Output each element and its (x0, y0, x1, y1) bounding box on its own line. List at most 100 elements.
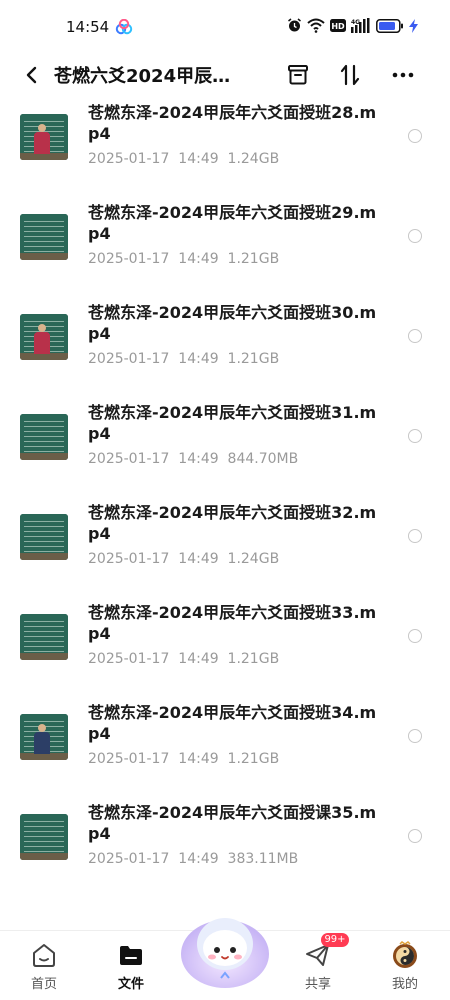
file-meta: 2025-01-17 14:49 1.24GB (88, 151, 279, 167)
file-row[interactable]: 苍燃东泽-2024甲辰年六爻面授班28.mp4 2025-01-17 14:49 … (0, 98, 450, 198)
video-thumbnail (20, 114, 68, 160)
file-time: 14:49 (178, 351, 219, 367)
file-time: 14:49 (178, 551, 219, 567)
file-row[interactable]: 苍燃东泽-2024甲辰年六爻面授课35.mp4 2025-01-17 14:49 … (0, 798, 450, 898)
home-icon (33, 944, 55, 967)
folder-icon (120, 946, 142, 965)
file-date: 2025-01-17 (88, 351, 170, 367)
file-meta: 2025-01-17 14:49 1.21GB (88, 751, 279, 767)
video-thumbnail (20, 614, 68, 660)
signal-4g-icon: 4G (351, 18, 370, 33)
file-size: 844.70MB (227, 451, 299, 467)
charging-icon (409, 18, 418, 33)
battery-icon (376, 18, 403, 33)
status-icons: HD 4G (287, 18, 418, 33)
chevron-left-icon (26, 66, 37, 84)
file-size: 1.21GB (227, 351, 280, 367)
more-icon (392, 72, 414, 78)
svg-text:HD: HD (331, 22, 345, 31)
tab-home[interactable]: 首页 (9, 931, 79, 1000)
file-row[interactable]: 苍燃东泽-2024甲辰年六爻面授班29.mp4 2025-01-17 14:49 … (0, 198, 450, 298)
video-thumbnail (20, 214, 68, 260)
file-date: 2025-01-17 (88, 451, 170, 467)
video-thumbnail (20, 414, 68, 460)
video-thumbnail (20, 314, 68, 360)
alarm-icon (288, 18, 301, 32)
tab-share[interactable]: 99+ 共享 (283, 931, 353, 1000)
select-radio[interactable] (408, 429, 422, 443)
file-date: 2025-01-17 (88, 751, 170, 767)
file-row[interactable]: 苍燃东泽-2024甲辰年六爻面授班31.mp4 2025-01-17 14:49 … (0, 398, 450, 498)
file-time: 14:49 (178, 251, 219, 267)
svg-text:4G: 4G (351, 19, 360, 26)
file-size: 1.24GB (227, 551, 280, 567)
header: 苍燃六爻2024甲辰… (0, 52, 450, 98)
screen: 14:54 HD 4G 苍燃六爻2024甲辰… 苍燃东泽-2024甲辰年六爻面授… (0, 0, 450, 1000)
select-radio[interactable] (408, 129, 422, 143)
file-name: 苍燃东泽-2024甲辰年六爻面授课35.mp4 (88, 803, 377, 843)
video-thumbnail (20, 514, 68, 560)
sort-button[interactable] (335, 60, 365, 90)
video-thumbnail (20, 714, 68, 760)
file-size: 383.11MB (227, 851, 299, 867)
file-size: 1.21GB (227, 751, 280, 767)
select-radio[interactable] (408, 729, 422, 743)
tab-files-label: 文件 (117, 977, 144, 992)
file-meta: 2025-01-17 14:49 1.24GB (88, 551, 279, 567)
file-name: 苍燃东泽-2024甲辰年六爻面授班34.mp4 (88, 703, 377, 743)
share-badge: 99+ (321, 933, 349, 947)
video-thumbnail (20, 814, 68, 860)
file-date: 2025-01-17 (88, 251, 170, 267)
file-date: 2025-01-17 (88, 551, 170, 567)
file-meta: 2025-01-17 14:49 383.11MB (88, 851, 298, 867)
page-title: 苍燃六爻2024甲辰… (54, 66, 231, 87)
file-name: 苍燃东泽-2024甲辰年六爻面授班28.mp4 (88, 103, 377, 143)
file-name: 苍燃东泽-2024甲辰年六爻面授班31.mp4 (88, 403, 377, 443)
tab-share-label: 共享 (304, 977, 331, 992)
file-meta: 2025-01-17 14:49 844.70MB (88, 451, 298, 467)
tab-files[interactable]: 文件 (96, 931, 166, 1000)
wifi-icon (307, 18, 325, 33)
tab-mine[interactable]: 我的 (370, 931, 440, 1000)
status-time: 14:54 (66, 18, 110, 36)
file-size: 1.21GB (227, 651, 280, 667)
archive-icon (288, 65, 308, 85)
file-time: 14:49 (178, 651, 219, 667)
file-time: 14:49 (178, 451, 219, 467)
select-radio[interactable] (408, 329, 422, 343)
file-size: 1.24GB (227, 151, 280, 167)
file-meta: 2025-01-17 14:49 1.21GB (88, 351, 279, 367)
file-name: 苍燃东泽-2024甲辰年六爻面授班30.mp4 (88, 303, 377, 343)
file-row[interactable]: 苍燃东泽-2024甲辰年六爻面授班32.mp4 2025-01-17 14:49 … (0, 498, 450, 598)
file-row[interactable]: 苍燃东泽-2024甲辰年六爻面授班33.mp4 2025-01-17 14:49 … (0, 598, 450, 698)
file-time: 14:49 (178, 751, 219, 767)
tab-home-label: 首页 (30, 977, 57, 992)
select-radio[interactable] (408, 829, 422, 843)
file-row[interactable]: 苍燃东泽-2024甲辰年六爻面授班34.mp4 2025-01-17 14:49 … (0, 698, 450, 798)
file-time: 14:49 (178, 851, 219, 867)
file-name: 苍燃东泽-2024甲辰年六爻面授班33.mp4 (88, 603, 377, 643)
file-meta: 2025-01-17 14:49 1.21GB (88, 651, 279, 667)
file-date: 2025-01-17 (88, 651, 170, 667)
select-radio[interactable] (408, 229, 422, 243)
file-name: 苍燃东泽-2024甲辰年六爻面授班32.mp4 (88, 503, 377, 543)
sort-icon (340, 64, 360, 86)
back-button[interactable] (18, 60, 46, 90)
more-button[interactable] (388, 60, 418, 90)
select-radio[interactable] (408, 629, 422, 643)
mascot-button[interactable] (180, 908, 270, 988)
file-time: 14:49 (178, 151, 219, 167)
file-name: 苍燃东泽-2024甲辰年六爻面授班29.mp4 (88, 203, 377, 243)
file-meta: 2025-01-17 14:49 1.21GB (88, 251, 279, 267)
baidu-netdisk-icon (115, 19, 133, 35)
file-date: 2025-01-17 (88, 851, 170, 867)
archive-button[interactable] (283, 60, 313, 90)
avatar-icon (393, 941, 417, 968)
file-row[interactable]: 苍燃东泽-2024甲辰年六爻面授班30.mp4 2025-01-17 14:49 … (0, 298, 450, 398)
mascot-icon (181, 918, 269, 988)
tab-mine-label: 我的 (391, 977, 418, 992)
file-date: 2025-01-17 (88, 151, 170, 167)
hd-icon: HD (330, 19, 346, 32)
file-size: 1.21GB (227, 251, 280, 267)
select-radio[interactable] (408, 529, 422, 543)
